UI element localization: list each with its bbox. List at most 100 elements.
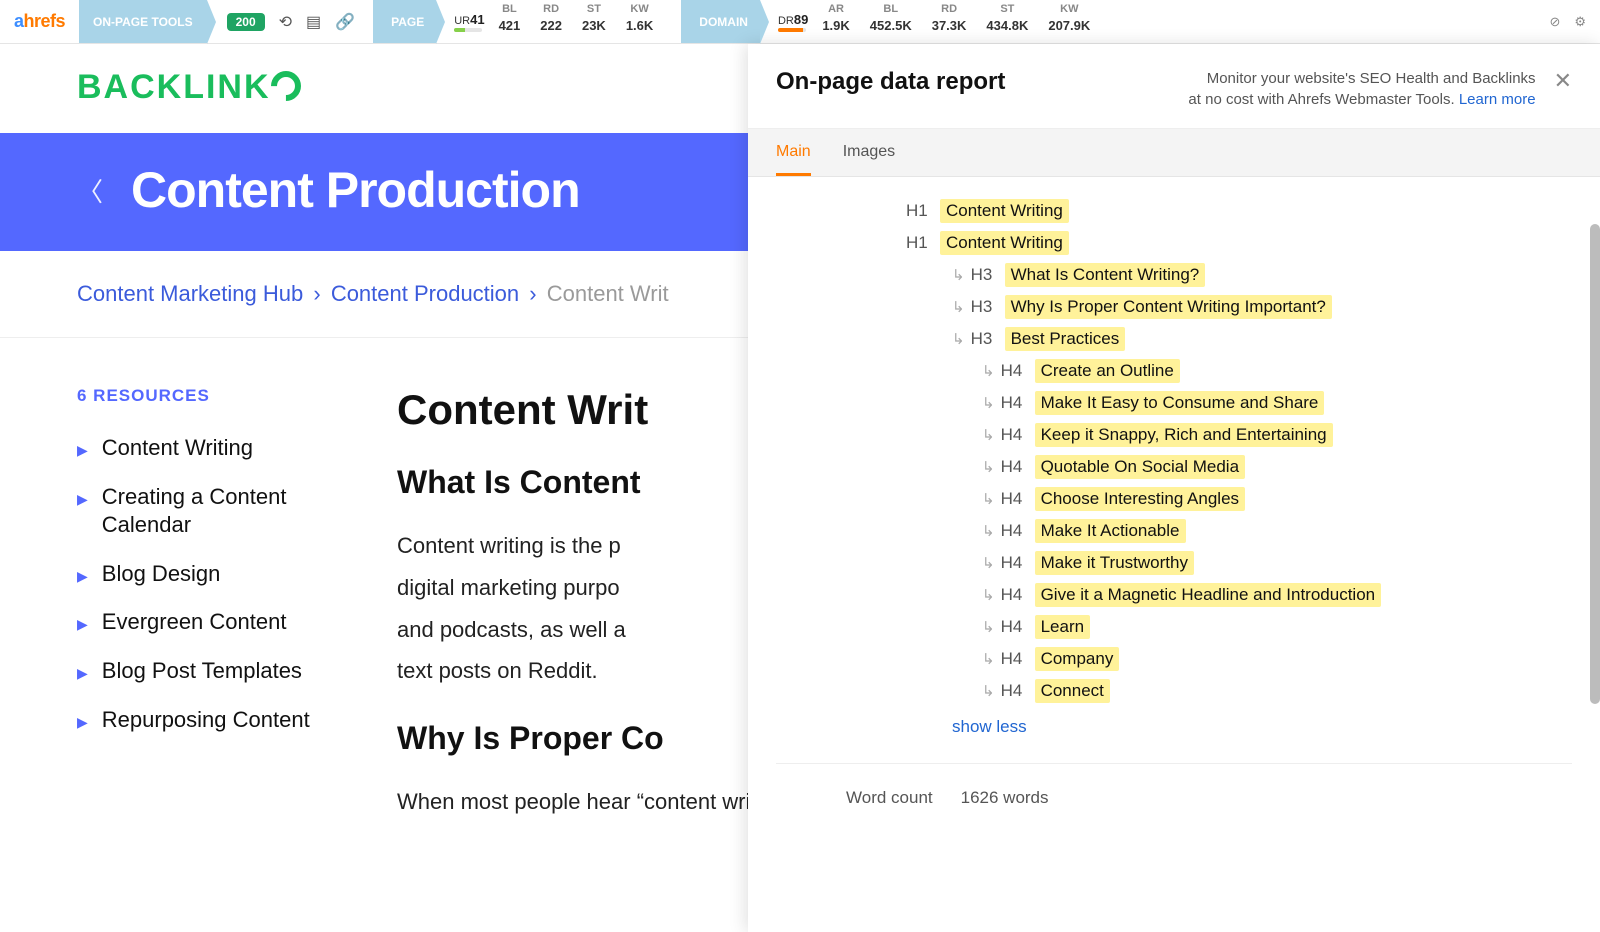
outline-text: Create an Outline (1035, 359, 1180, 383)
outline-text: Best Practices (1005, 327, 1126, 351)
triangle-icon: ▶ (77, 615, 88, 633)
domain-rd: RD37.3K (922, 0, 977, 43)
ahrefs-logo[interactable]: ahrefs (0, 0, 79, 43)
resources-heading: 6 RESOURCES (77, 386, 367, 406)
block-icon[interactable]: ⊘ (1549, 14, 1560, 30)
tab-main[interactable]: Main (776, 129, 811, 176)
outline-tag: H3 (971, 329, 1005, 349)
outline-text: Connect (1035, 679, 1110, 703)
sidebar-item[interactable]: ▶Content Writing (77, 434, 367, 463)
outline-row: H4Make It Easy to Consume and Share (982, 391, 1572, 415)
backlinko-logo[interactable]: BACKLINK (77, 68, 301, 106)
ur-label: UR (454, 15, 470, 27)
outline-tag: H1 (906, 233, 940, 253)
outline-row: H4Keep it Snappy, Rich and Entertaining (982, 423, 1572, 447)
outline-text: Make It Actionable (1035, 519, 1186, 543)
panel-header: On-page data report Monitor your website… (748, 44, 1600, 129)
outline-row: H4Learn (982, 615, 1572, 639)
gear-icon[interactable]: ⚙ (1574, 14, 1586, 30)
triangle-icon: ▶ (77, 567, 88, 585)
crumb-sep: › (529, 281, 536, 306)
promo-text: Monitor your website's SEO Health and Ba… (1188, 68, 1535, 110)
headings-outline: H1Content WritingH1Content WritingH3What… (906, 199, 1572, 703)
outline-row: H4Make It Actionable (982, 519, 1572, 543)
tab-images[interactable]: Images (843, 129, 895, 176)
outline-row: H1Content Writing (906, 231, 1572, 255)
panel-body: H1Content WritingH1Content WritingH3What… (748, 177, 1600, 932)
notes-icon[interactable]: ▤ (306, 12, 321, 32)
sidebar-item[interactable]: ▶Repurposing Content (77, 706, 367, 735)
outline-row: H4Choose Interesting Angles (982, 487, 1572, 511)
ur-value: 41 (470, 12, 484, 27)
outline-text: Learn (1035, 615, 1090, 639)
outline-tag: H4 (1001, 425, 1035, 445)
outline-row: H4Make it Trustworthy (982, 551, 1572, 575)
triangle-icon: ▶ (77, 664, 88, 682)
page-label[interactable]: PAGE (373, 0, 436, 43)
learn-more-link[interactable]: Learn more (1459, 91, 1536, 108)
crumb-current: Content Writ (547, 281, 669, 306)
wc-label: Word count (846, 788, 933, 808)
outline-row: H3Why Is Proper Content Writing Importan… (952, 295, 1572, 319)
onpage-tools-chip[interactable]: ON-PAGE TOOLS (79, 0, 207, 43)
domain-kw: KW207.9K (1038, 0, 1100, 43)
outline-tag: H4 (1001, 457, 1035, 477)
outline-text: Make It Easy to Consume and Share (1035, 391, 1325, 415)
domain-label[interactable]: DOMAIN (681, 0, 760, 43)
show-less-link[interactable]: show less (952, 717, 1572, 737)
outline-row: H4Give it a Magnetic Headline and Introd… (982, 583, 1572, 607)
domain-bl: BL452.5K (860, 0, 922, 43)
page-st: ST23K (572, 0, 616, 43)
panel-tabs: Main Images (748, 129, 1600, 177)
outline-tag: H4 (1001, 649, 1035, 669)
sidebar-item[interactable]: ▶Blog Post Templates (77, 657, 367, 686)
outline-tag: H4 (1001, 585, 1035, 605)
outline-text: Company (1035, 647, 1120, 671)
page-rd: RD222 (530, 0, 572, 43)
outline-row: H4Quotable On Social Media (982, 455, 1572, 479)
status-badge: 200 (227, 13, 265, 31)
outline-text: Why Is Proper Content Writing Important? (1005, 295, 1332, 319)
outline-text: Content Writing (940, 199, 1069, 223)
outline-tag: H4 (1001, 489, 1035, 509)
outline-tag: H1 (906, 201, 940, 221)
outline-row: H1Content Writing (906, 199, 1572, 223)
outline-text: Keep it Snappy, Rich and Entertaining (1035, 423, 1333, 447)
domain-section: DOMAIN DR89 AR1.9K BL452.5K RD37.3K ST43… (681, 0, 1100, 43)
crumb-sep: › (313, 281, 320, 306)
close-icon[interactable]: ✕ (1554, 68, 1572, 94)
outline-row: H4Company (982, 647, 1572, 671)
sidebar-item[interactable]: ▶Creating a Content Calendar (77, 483, 367, 540)
onpage-panel: On-page data report Monitor your website… (748, 44, 1600, 932)
broken-link-icon[interactable]: ⟲ (279, 12, 292, 32)
outline-text: Quotable On Social Media (1035, 455, 1245, 479)
outline-tag: H4 (1001, 521, 1035, 541)
crumb-prod[interactable]: Content Production (331, 281, 519, 306)
crumb-hub[interactable]: Content Marketing Hub (77, 281, 303, 306)
word-count-row: Word count 1626 words (776, 763, 1572, 832)
outline-tag: H4 (1001, 553, 1035, 573)
domain-ar: AR1.9K (812, 0, 859, 43)
scrollbar[interactable] (1590, 224, 1600, 704)
page-bl: BL421 (489, 0, 531, 43)
sidebar-item[interactable]: ▶Evergreen Content (77, 608, 367, 637)
outline-tag: H4 (1001, 617, 1035, 637)
outline-tag: H4 (1001, 393, 1035, 413)
outline-text: Make it Trustworthy (1035, 551, 1194, 575)
page-section: PAGE UR41 BL421 RD222 ST23K KW1.6K (373, 0, 663, 43)
outline-row: H3What Is Content Writing? (952, 263, 1572, 287)
outline-tag: H3 (971, 297, 1005, 317)
outline-row: H4Connect (982, 679, 1572, 703)
outline-text: Choose Interesting Angles (1035, 487, 1245, 511)
resources-list: ▶Content Writing ▶Creating a Content Cal… (77, 434, 367, 734)
outline-row: H3Best Practices (952, 327, 1572, 351)
outline-tag: H4 (1001, 361, 1035, 381)
back-icon[interactable]: 〈 (77, 172, 103, 209)
link-icon[interactable]: 🔗 (335, 12, 355, 32)
outline-text: What Is Content Writing? (1005, 263, 1206, 287)
triangle-icon: ▶ (77, 441, 88, 459)
sidebar-item[interactable]: ▶Blog Design (77, 560, 367, 589)
sidebar: 6 RESOURCES ▶Content Writing ▶Creating a… (77, 386, 397, 851)
outline-tag: H3 (971, 265, 1005, 285)
domain-st: ST434.8K (976, 0, 1038, 43)
